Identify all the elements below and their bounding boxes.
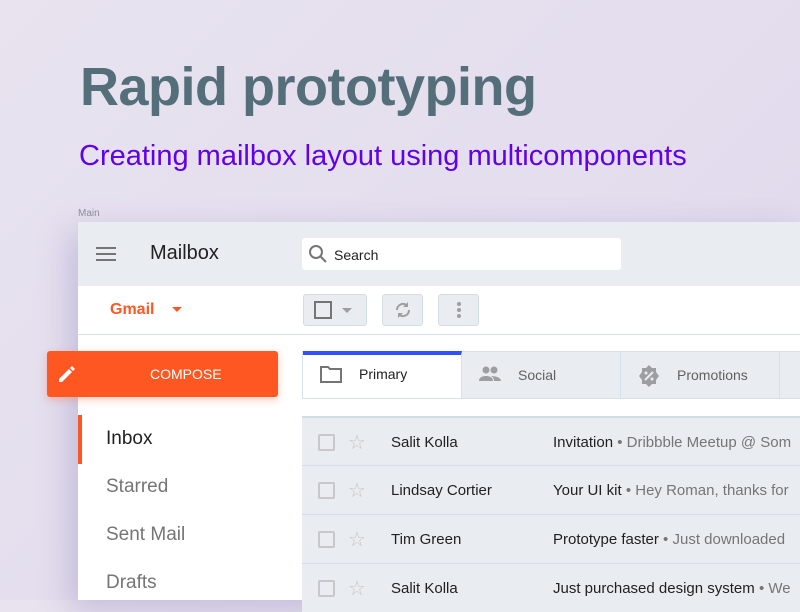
- tab-label: Promotions: [677, 367, 748, 383]
- sidebar-item-starred[interactable]: Starred: [78, 463, 302, 512]
- sidebar-item-label: Sent Mail: [106, 524, 186, 545]
- star-icon[interactable]: ☆: [348, 430, 366, 455]
- star-icon[interactable]: ☆: [348, 576, 366, 601]
- more-button[interactable]: [438, 294, 479, 326]
- hamburger-menu-icon[interactable]: [96, 247, 116, 261]
- tab-promotions[interactable]: Promotions: [621, 352, 780, 398]
- email-row[interactable]: ☆ Salit Kolla Just purchased design system…: [302, 563, 800, 612]
- email-subject: Invitation: [553, 434, 614, 451]
- star-icon[interactable]: ☆: [348, 527, 366, 552]
- mailbox-panel: Mailbox Search Gmail Inbox Starred Sent …: [78, 222, 800, 612]
- tab-primary[interactable]: Primary: [303, 351, 462, 398]
- search-input[interactable]: Search: [302, 238, 621, 270]
- email-snippet: • Dribbble Meetup @ Som: [613, 434, 792, 451]
- app-title: Mailbox: [150, 242, 219, 264]
- account-selector[interactable]: Gmail: [110, 301, 154, 319]
- checkbox[interactable]: [318, 434, 335, 451]
- pencil-icon: [59, 366, 75, 382]
- compose-label: COMPOSE: [150, 366, 222, 382]
- email-sender: Lindsay Cortier: [391, 482, 492, 499]
- tab-social[interactable]: Social: [462, 352, 621, 398]
- frame-label: Main: [78, 208, 100, 219]
- sidebar-item-label: Starred: [106, 476, 169, 497]
- sidebar-item-drafts[interactable]: Drafts: [78, 559, 302, 608]
- sidebar-item-inbox[interactable]: Inbox: [78, 415, 302, 464]
- hero-title: Rapid prototyping: [80, 57, 537, 117]
- email-snippet: • Just downloaded: [658, 531, 786, 548]
- email-subject: Your UI kit: [553, 482, 622, 499]
- checkbox-icon: [314, 301, 352, 319]
- folder-icon: [320, 366, 342, 383]
- email-subject: Prototype faster: [553, 531, 659, 548]
- select-all-button[interactable]: [303, 294, 367, 326]
- email-row[interactable]: ☆ Salit Kolla Invitation • Dribbble Meetup…: [302, 416, 800, 465]
- refresh-icon: [395, 302, 411, 318]
- email-list: ☆ Salit Kolla Invitation • Dribbble Meetup…: [302, 416, 800, 612]
- more-vert-icon: [457, 302, 461, 318]
- search-icon: [309, 245, 327, 263]
- checkbox[interactable]: [318, 531, 335, 548]
- sidebar-item-label: Drafts: [106, 572, 157, 593]
- email-row[interactable]: ☆ Tim Green Prototype faster • Just downlo…: [302, 514, 800, 563]
- sidebar-item-sent-mail[interactable]: Sent Mail: [78, 511, 302, 560]
- discount-badge-icon: [639, 365, 659, 387]
- email-row[interactable]: ☆ Lindsay Cortier Your UI kit • Hey Roman,…: [302, 465, 800, 514]
- caret-down-icon[interactable]: [172, 307, 182, 312]
- sidebar-item-label: Inbox: [106, 428, 153, 449]
- search-placeholder: Search: [334, 247, 379, 263]
- email-snippet: • Hey Roman, thanks for: [621, 482, 789, 499]
- tab-label: Primary: [359, 366, 408, 382]
- star-icon[interactable]: ☆: [348, 478, 366, 503]
- checkbox[interactable]: [318, 482, 335, 499]
- refresh-button[interactable]: [382, 294, 423, 326]
- email-sender: Tim Green: [391, 531, 462, 548]
- email-sender: Salit Kolla: [391, 434, 458, 451]
- toolbar: Gmail: [78, 286, 800, 335]
- email-snippet: • We: [754, 580, 791, 597]
- email-subject: Just purchased design system: [553, 580, 755, 597]
- tab-label: Social: [518, 367, 557, 383]
- app-header: Mailbox Search: [78, 222, 800, 286]
- compose-button[interactable]: COMPOSE: [47, 351, 278, 397]
- hero-subtitle: Creating mailbox layout using multicompo…: [79, 140, 687, 172]
- category-tabs: Primary Social Promotions: [302, 351, 800, 399]
- people-icon: [479, 366, 501, 381]
- checkbox[interactable]: [318, 580, 335, 597]
- email-sender: Salit Kolla: [391, 580, 458, 597]
- mail-content: Primary Social Promotions ☆ Salit Kolla In…: [302, 335, 800, 612]
